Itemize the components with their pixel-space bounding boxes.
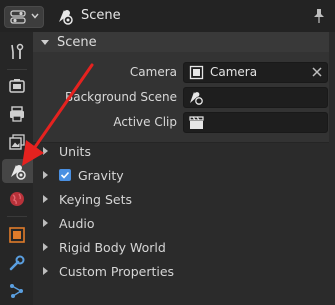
tab-modifiers[interactable] <box>4 251 30 275</box>
camera-field[interactable]: Camera <box>183 62 328 83</box>
tab-view-layer[interactable] <box>4 130 30 154</box>
chevron-down-icon <box>31 13 39 19</box>
world-icon <box>10 192 24 206</box>
audio-section-header[interactable]: Audio <box>33 212 329 234</box>
triangle-right-icon <box>43 243 48 251</box>
keying-sets-label: Keying Sets <box>59 191 133 207</box>
keying-sets-section-header[interactable]: Keying Sets <box>33 188 329 210</box>
gravity-label: Gravity <box>78 167 124 183</box>
header-title: Scene <box>81 8 121 23</box>
gravity-section-header[interactable]: Gravity <box>33 164 329 186</box>
scene-icon <box>190 92 203 105</box>
camera-row: Camera Camera <box>33 62 329 83</box>
background-scene-row: Background Scene <box>33 87 329 108</box>
camera-object-icon <box>189 65 204 80</box>
scene-icon <box>10 165 26 180</box>
active-clip-field[interactable] <box>183 112 328 133</box>
pin-icon[interactable] <box>312 8 326 24</box>
units-label: Units <box>59 143 91 159</box>
wrench-screwdriver-icon <box>11 43 24 59</box>
checkmark-icon <box>60 171 70 179</box>
triangle-right-icon <box>43 219 48 227</box>
triangle-right-icon <box>43 147 48 155</box>
camera-value: Camera <box>210 65 258 79</box>
properties-editor-icon <box>10 10 26 24</box>
custom-properties-section-header[interactable]: Custom Properties <box>33 260 329 282</box>
audio-label: Audio <box>59 215 95 231</box>
tab-object[interactable] <box>4 223 30 247</box>
triangle-right-icon <box>43 171 48 179</box>
units-section-header[interactable]: Units <box>33 140 329 162</box>
custom-properties-label: Custom Properties <box>59 263 175 279</box>
scene-section-title: Scene <box>57 34 97 50</box>
scene-section: Scene Camera Camera Background Scene Act… <box>33 32 329 142</box>
tab-separator <box>7 216 27 217</box>
image-stack-icon <box>9 134 25 150</box>
tab-output[interactable] <box>4 102 30 126</box>
triangle-right-icon <box>43 267 48 275</box>
rigid-body-world-section-header[interactable]: Rigid Body World <box>33 236 329 258</box>
object-cube-icon <box>9 227 25 243</box>
printer-icon <box>10 106 24 122</box>
camera-render-icon <box>9 79 25 93</box>
tab-particles[interactable] <box>4 279 30 303</box>
particles-icon <box>10 284 23 298</box>
background-scene-field[interactable] <box>183 87 328 108</box>
camera-label: Camera <box>129 65 177 79</box>
clapperboard-icon <box>189 116 204 129</box>
background-scene-label: Background Scene <box>65 90 177 104</box>
tab-render[interactable] <box>4 74 30 98</box>
active-clip-label: Active Clip <box>113 115 177 129</box>
clear-icon[interactable] <box>311 66 323 78</box>
gravity-checkbox[interactable] <box>59 169 71 181</box>
tab-tool[interactable] <box>4 40 30 64</box>
triangle-right-icon <box>43 195 48 203</box>
tab-world[interactable] <box>4 187 30 211</box>
properties-header: Scene <box>0 0 335 33</box>
tab-scene[interactable] <box>2 159 33 183</box>
triangle-down-icon <box>41 40 49 45</box>
editor-type-button[interactable] <box>4 6 44 28</box>
scene-icon <box>59 10 73 25</box>
active-clip-row: Active Clip <box>33 112 329 133</box>
rigid-body-world-label: Rigid Body World <box>59 239 166 255</box>
properties-tab-bar <box>0 32 34 305</box>
tab-separator <box>7 69 27 70</box>
wrench-icon <box>9 255 25 271</box>
scene-section-header[interactable]: Scene <box>33 32 329 52</box>
